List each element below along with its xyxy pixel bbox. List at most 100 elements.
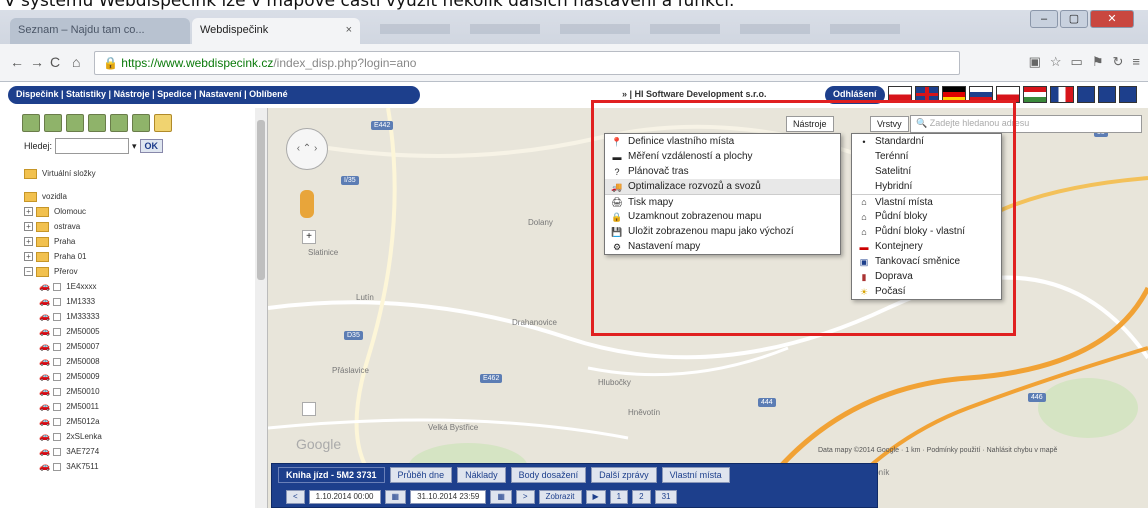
tree-folder[interactable]: − Přerov (24, 264, 102, 279)
vehicle-checkbox[interactable] (53, 282, 62, 291)
vehicle-row[interactable]: 🚗 2M50011 (24, 399, 102, 414)
tree-folder[interactable]: + Olomouc (24, 204, 102, 219)
extension-icon[interactable]: ⚑ (1092, 54, 1104, 70)
vehicle-checkbox[interactable] (53, 462, 62, 471)
zoom-out-button[interactable] (302, 402, 316, 416)
calendar-icon[interactable]: ▦ (384, 490, 407, 504)
date-to-input[interactable]: 31.10.2014 23:59 (410, 490, 487, 504)
vehicle-checkbox[interactable] (53, 327, 62, 336)
folder-icon (36, 206, 49, 217)
cast-icon[interactable]: ▭ (1071, 54, 1083, 70)
tab-costs[interactable]: Náklady (457, 467, 506, 483)
tab-own-places[interactable]: Vlastní místa (661, 467, 730, 483)
vehicle-row[interactable]: 🚗 1M33333 (24, 309, 102, 324)
close-window-button[interactable]: ✕ (1090, 10, 1134, 28)
calendar-icon[interactable]: ▦ (490, 490, 512, 504)
street-view-pegman-icon[interactable] (300, 190, 314, 218)
maximize-button[interactable]: ▢ (1060, 10, 1088, 28)
prev-button[interactable]: < (286, 490, 305, 504)
expand-icon[interactable]: + (24, 222, 33, 231)
url-field[interactable]: 🔒 https://www.webdispecink.cz/index_disp… (94, 51, 960, 75)
vehicle-row[interactable]: 🚗 3AE7274 (24, 444, 102, 459)
expand-icon[interactable]: + (24, 252, 33, 261)
vehicle-checkbox[interactable] (53, 417, 62, 426)
close-tab-icon[interactable]: × (346, 24, 352, 36)
virtual-folder[interactable]: Virtuální složky (24, 166, 102, 181)
vehicle-row[interactable]: 🚗 2M50008 (24, 354, 102, 369)
forward-icon[interactable]: → (30, 54, 44, 70)
expand-icon[interactable]: + (24, 237, 33, 246)
back-icon[interactable]: ← (10, 54, 24, 70)
refresh-ext-icon[interactable]: ↻ (1113, 54, 1124, 70)
vehicle-checkbox[interactable] (53, 447, 62, 456)
page-2-button[interactable]: 2 (632, 490, 651, 504)
play-icon[interactable]: ▶ (585, 490, 606, 504)
sidebar-scrollbar[interactable] (255, 108, 267, 508)
translate-icon[interactable]: ▣ (1029, 54, 1041, 70)
tab-reached-points[interactable]: Body dosažení (510, 467, 587, 483)
tab-day-progress[interactable]: Průběh dne (389, 467, 453, 483)
home-icon[interactable]: ⌂ (72, 54, 80, 70)
tab-logbook[interactable]: Kniha jízd - 5M2 3731 (278, 467, 385, 483)
menu-icon[interactable]: ≡ (1132, 54, 1140, 70)
vehicles-root[interactable]: vozidla (24, 189, 102, 204)
star-icon[interactable]: ☆ (1050, 54, 1062, 70)
vehicle-row[interactable]: 🚗 2M50005 (24, 324, 102, 339)
zoom-in-button[interactable]: + (302, 230, 316, 244)
truck-group-icon[interactable] (110, 114, 128, 132)
ok-button[interactable]: OK (139, 139, 164, 153)
vehicle-checkbox[interactable] (53, 312, 62, 321)
window-toggle-icon[interactable] (1077, 86, 1095, 103)
tab-webdispecink[interactable]: Webdispečink × (192, 18, 360, 44)
truck-add-icon[interactable] (44, 114, 62, 132)
flag-hu-icon[interactable] (1023, 86, 1047, 103)
minimize-button[interactable]: – (1030, 10, 1058, 28)
vehicle-checkbox[interactable] (53, 402, 62, 411)
vehicle-row[interactable]: 🚗 2M50010 (24, 384, 102, 399)
vehicle-row[interactable]: 🚗 2M5012a (24, 414, 102, 429)
settings-toggle-icon[interactable] (1098, 86, 1116, 103)
tree-label: Virtuální složky (42, 169, 96, 178)
expand-icon[interactable]: + (24, 207, 33, 216)
page-1-button[interactable]: 1 (609, 490, 629, 504)
url-path: /index_disp.php?login=ano (273, 56, 417, 70)
folder-icon[interactable] (154, 114, 172, 132)
next-button[interactable]: > (515, 490, 535, 504)
scroll-thumb[interactable] (257, 120, 265, 280)
vehicle-checkbox[interactable] (53, 387, 62, 396)
show-button[interactable]: Zobrazit (538, 490, 582, 504)
vehicle-row[interactable]: 🚗 2M50007 (24, 339, 102, 354)
page-31-button[interactable]: 31 (654, 490, 678, 504)
reload-icon[interactable]: C (50, 54, 60, 70)
list-icon[interactable] (88, 114, 106, 132)
vehicle-label: 2M50011 (66, 402, 99, 411)
vehicle-row[interactable]: 🚗 1E4xxxx (24, 279, 102, 294)
dropdown-icon[interactable]: ▾ (132, 141, 137, 152)
tree-folder[interactable]: + ostrava (24, 219, 102, 234)
save-toggle-icon[interactable] (1119, 86, 1137, 103)
main-menu-items[interactable]: Dispečink | Statistiky | Nástroje | Sped… (16, 89, 288, 99)
pan-control[interactable]: ‹ ⌃ › (286, 128, 328, 170)
tree-folder[interactable]: + Praha 01 (24, 249, 102, 264)
vehicle-checkbox[interactable] (53, 297, 62, 306)
vehicle-row[interactable]: 🚗 3AK7511 (24, 459, 102, 474)
tree-folder[interactable]: + Praha (24, 234, 102, 249)
collapse-icon[interactable]: − (24, 267, 33, 276)
vehicle-checkbox[interactable] (53, 342, 62, 351)
search-input[interactable] (55, 138, 130, 154)
vehicle-checkbox[interactable] (53, 372, 62, 381)
flag-fr-icon[interactable] (1050, 86, 1074, 103)
date-from-input[interactable]: 1.10.2014 00:00 (308, 490, 381, 504)
vehicle-checkbox[interactable] (53, 357, 62, 366)
truck-tool-icon[interactable] (22, 114, 40, 132)
car-icon: 🚗 (39, 326, 51, 336)
tab-seznam[interactable]: Seznam – Najdu tam co... (10, 18, 190, 44)
vehicle-row[interactable]: 🚗 2M50009 (24, 369, 102, 384)
vehicle-checkbox[interactable] (53, 432, 62, 441)
people-icon[interactable] (132, 114, 150, 132)
main-menu[interactable]: Dispečink | Statistiky | Nástroje | Sped… (8, 86, 420, 104)
tab-other-messages[interactable]: Další zprávy (591, 467, 657, 483)
vehicle-row[interactable]: 🚗 2xSLenka (24, 429, 102, 444)
truck-edit-icon[interactable] (66, 114, 84, 132)
vehicle-row[interactable]: 🚗 1M1333 (24, 294, 102, 309)
